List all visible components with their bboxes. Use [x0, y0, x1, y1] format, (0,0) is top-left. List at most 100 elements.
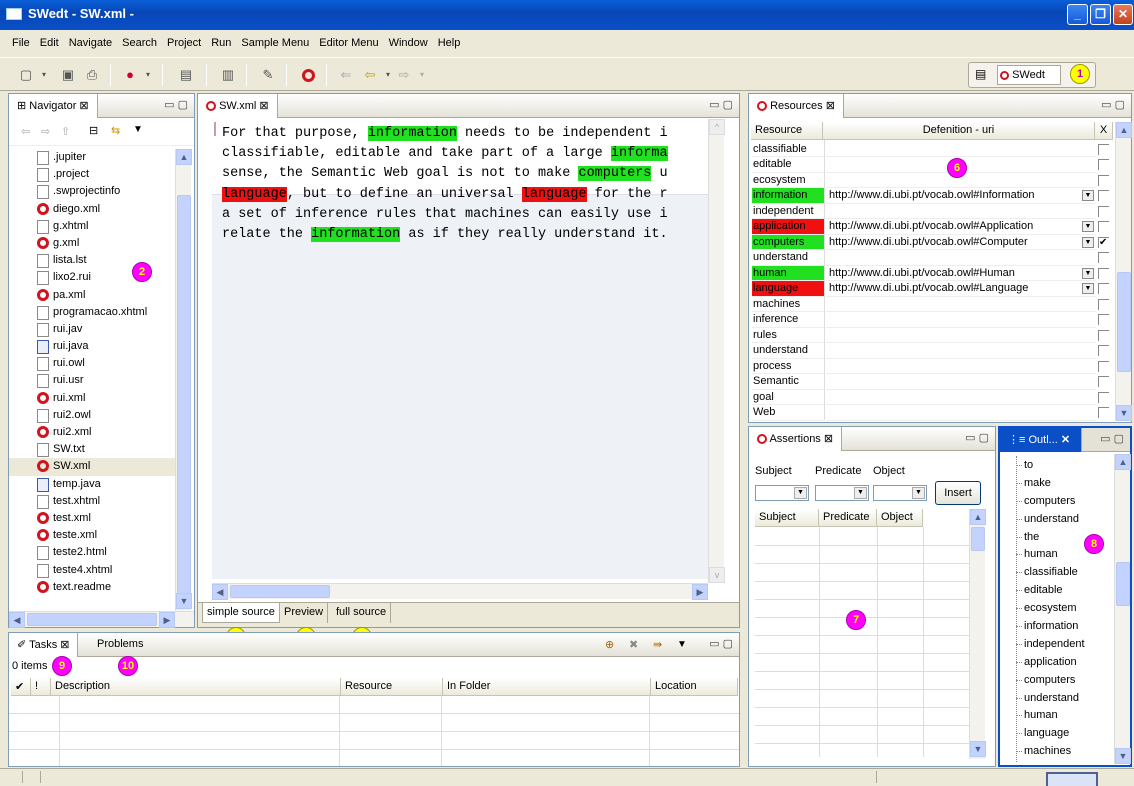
save-icon[interactable]: ▣ — [60, 67, 76, 83]
close-icon[interactable]: ⊠ — [826, 100, 835, 112]
file-item[interactable]: rui.java — [9, 338, 175, 355]
resource-checkbox[interactable]: ✔ — [1098, 236, 1109, 248]
resource-row[interactable]: classifiable — [752, 142, 1116, 157]
menu-run[interactable]: Run — [211, 37, 231, 49]
perspective-swedt[interactable]: SWedt — [997, 65, 1061, 85]
col-done[interactable]: ✔ — [11, 678, 31, 696]
resource-uri[interactable] — [826, 142, 1096, 157]
filter-icon[interactable]: ⇛ — [653, 638, 662, 651]
resource-name[interactable]: process — [752, 359, 824, 374]
tab-sw-xml[interactable]: SW.xml ⊠ — [198, 94, 278, 118]
resources-vscroll[interactable]: ▲ ▼ — [1115, 122, 1132, 421]
file-item[interactable]: programacao.xhtml — [9, 304, 175, 321]
close-icon[interactable]: ⊠ — [824, 433, 833, 445]
resource-uri[interactable]: http://www.di.ubi.pt/vocab.owl#Informati… — [826, 188, 1096, 204]
tab-full-source[interactable]: full source — [332, 603, 392, 623]
resource-row[interactable]: human http://www.di.ubi.pt/vocab.owl#Huma… — [752, 265, 1116, 281]
back-icon[interactable]: ⇦ — [362, 67, 378, 83]
close-icon[interactable]: ⊠ — [60, 639, 69, 651]
menu-edit[interactable]: Edit — [40, 37, 59, 49]
outline-item[interactable]: ecosystem — [1000, 599, 1114, 617]
resource-row[interactable]: understand — [752, 250, 1116, 266]
col-object[interactable]: Object — [877, 509, 923, 527]
file-item[interactable]: temp.java — [9, 476, 175, 493]
menu-file[interactable]: File — [12, 37, 30, 49]
resource-checkbox[interactable] — [1098, 283, 1109, 294]
resource-checkbox[interactable] — [1098, 190, 1109, 201]
back-dropdown-icon[interactable]: ▾ — [380, 67, 396, 83]
editor-hscroll[interactable]: ◀ ▶ — [212, 583, 708, 600]
menu-project[interactable]: Project — [167, 37, 201, 49]
resource-name[interactable]: human — [752, 265, 824, 281]
resource-uri[interactable]: http://www.di.ubi.pt/vocab.owl#Computer — [826, 235, 1096, 250]
hscroll-thumb[interactable] — [230, 585, 330, 598]
new-icon[interactable]: ▢ — [18, 67, 34, 83]
scroll-down-icon[interactable]: ▼ — [176, 593, 192, 609]
file-item[interactable]: .swprojectinfo — [9, 183, 175, 200]
outline-item[interactable]: application — [1000, 653, 1114, 671]
menu-help[interactable]: Help — [438, 37, 461, 49]
editor-empty-area[interactable] — [212, 194, 708, 579]
resource-uri[interactable] — [826, 343, 1096, 359]
add-task-icon[interactable]: ⊕ — [605, 638, 614, 651]
resource-uri[interactable] — [826, 297, 1096, 312]
outline-item[interactable]: understand — [1000, 689, 1114, 707]
resource-uri[interactable]: http://www.di.ubi.pt/vocab.owl#Human — [826, 266, 1096, 281]
resource-uri[interactable] — [826, 405, 1096, 421]
resource-uri[interactable] — [826, 312, 1096, 328]
resource-checkbox[interactable] — [1098, 345, 1109, 356]
collapse-all-icon[interactable]: ⊟ — [89, 124, 98, 137]
close-button[interactable]: ✕ — [1113, 4, 1133, 25]
file-item[interactable]: test.xml — [9, 510, 175, 527]
file-item[interactable]: rui.owl — [9, 355, 175, 372]
editor-text[interactable]: For that purpose, information needs to b… — [222, 124, 668, 245]
scroll-down-icon[interactable]: v — [709, 567, 725, 583]
resource-name[interactable]: independent — [752, 204, 824, 219]
outline-vscroll[interactable]: ▲ ▼ — [1114, 454, 1131, 764]
resource-uri[interactable] — [826, 328, 1096, 343]
col-resource[interactable]: Resource — [341, 678, 443, 696]
view-menu-icon[interactable]: ▼ — [133, 124, 143, 135]
close-icon[interactable]: ✕ — [1061, 434, 1070, 446]
close-icon[interactable]: ⊠ — [259, 100, 268, 112]
resource-uri[interactable]: http://www.di.ubi.pt/vocab.owl#Language — [826, 281, 1096, 297]
outline-item[interactable]: classifiable — [1000, 563, 1114, 581]
resource-uri[interactable] — [826, 390, 1096, 405]
link-editor-icon[interactable]: ⇆ — [111, 124, 120, 137]
resource-row[interactable]: independent — [752, 204, 1116, 219]
search-icon[interactable]: ● — [122, 67, 138, 83]
minimize-button[interactable]: _ — [1067, 4, 1088, 25]
resource-row[interactable]: process — [752, 359, 1116, 374]
file-item[interactable]: rui.xml — [9, 390, 175, 407]
resource-uri[interactable] — [826, 204, 1096, 219]
file-item[interactable]: SW.txt — [9, 441, 175, 458]
scroll-thumb[interactable] — [1117, 272, 1131, 372]
chevron-down-icon[interactable]: ▼ — [1082, 267, 1094, 279]
file-item[interactable]: .jupiter — [9, 149, 175, 166]
resource-name[interactable]: goal — [752, 390, 824, 405]
outline-item[interactable]: human — [1000, 706, 1114, 724]
print-icon[interactable]: ⎙ — [84, 67, 100, 83]
menu-search[interactable]: Search — [122, 37, 157, 49]
chevron-down-icon[interactable]: ▼ — [1082, 190, 1094, 201]
menu-editor-menu[interactable]: Editor Menu — [319, 37, 378, 49]
open-type-icon[interactable]: ▥ — [220, 67, 236, 83]
predicate-select[interactable]: ▼ — [815, 485, 869, 501]
scroll-thumb[interactable] — [177, 195, 191, 595]
hscroll-thumb[interactable] — [27, 613, 157, 626]
col-predicate[interactable]: Predicate — [819, 509, 877, 527]
tab-preview[interactable]: Preview — [280, 603, 329, 623]
resource-checkbox[interactable] — [1098, 174, 1109, 186]
resource-checkbox[interactable] — [1098, 407, 1109, 418]
tab-tasks[interactable]: ✐ Tasks ⊠ — [9, 633, 79, 657]
file-item[interactable]: rui.usr — [9, 372, 175, 389]
outline-item[interactable]: editable — [1000, 581, 1114, 599]
resource-name[interactable]: understand — [752, 250, 824, 266]
col-priority[interactable]: ! — [31, 678, 51, 696]
new-dropdown-icon[interactable]: ▾ — [36, 67, 52, 83]
resource-name[interactable]: editable — [752, 157, 824, 173]
resource-checkbox[interactable] — [1098, 159, 1109, 170]
insert-button[interactable]: Insert — [935, 481, 981, 505]
col-in-folder[interactable]: In Folder — [443, 678, 651, 696]
resource-name[interactable]: Semantic — [752, 374, 824, 390]
